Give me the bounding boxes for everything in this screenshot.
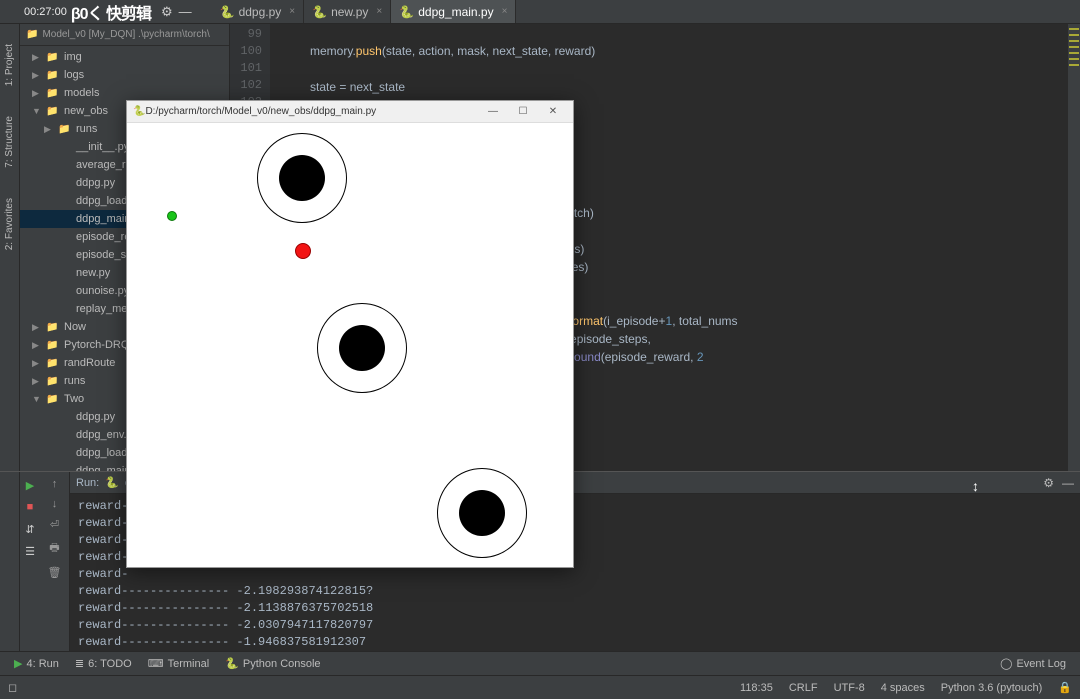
pygame-canvas <box>127 123 573 567</box>
caret-position: 118:35 <box>740 682 773 694</box>
pygame-titlebar[interactable]: 🐍 D:/pycharm/torch/Model_v0/new_obs/ddpg… <box>127 101 573 123</box>
overlay-timer: 00:27:00 <box>24 6 67 18</box>
breadcrumb: 📁 Model_v0 [My_DQN] .\pycharm\torch\ <box>20 24 229 46</box>
favorites-tool-button[interactable]: 2: Favorites <box>4 198 15 250</box>
close-icon[interactable]: ✕ <box>539 103 567 121</box>
maximize-icon[interactable]: ☐ <box>509 103 537 121</box>
lock-icon[interactable]: 🔒 <box>1058 681 1072 694</box>
tab-label: ddpg_main.py <box>418 5 493 19</box>
indent[interactable]: 4 spaces <box>881 682 925 694</box>
obstacle-circle <box>257 133 347 223</box>
rerun-icon[interactable]: ▶ <box>23 478 37 492</box>
minimize-icon[interactable]: — <box>1062 476 1074 490</box>
trash-icon[interactable]: 🗑 <box>48 566 62 579</box>
interpreter[interactable]: Python 3.6 (pytouch) <box>941 682 1043 694</box>
target-dot <box>295 243 311 259</box>
resize-cursor-icon: ↕ <box>972 478 976 494</box>
obstacle-circle <box>317 303 407 393</box>
python-icon: 🐍 <box>133 106 145 117</box>
encoding[interactable]: UTF-8 <box>834 682 865 694</box>
structure-tool-button[interactable]: 7: Structure <box>4 116 15 168</box>
obstacle-circle <box>437 468 527 558</box>
run-actions: ▶ ■ ⇵ ☰ <box>20 472 40 651</box>
tab-ddpg[interactable]: 🐍 ddpg.py × <box>212 0 305 23</box>
pin-icon[interactable]: ⇵ <box>23 522 37 536</box>
event-log-button[interactable]: ◯Event Log <box>992 657 1074 670</box>
wrap-icon[interactable]: ⏎ <box>50 518 59 531</box>
project-tool-button[interactable]: 1: Project <box>4 44 15 86</box>
close-icon[interactable]: × <box>376 6 382 17</box>
line-ending[interactable]: CRLF <box>789 682 818 694</box>
project-icon: 📁 <box>26 29 38 40</box>
editor-error-stripe[interactable] <box>1068 24 1080 471</box>
print-icon[interactable]: 🖶 <box>49 539 59 558</box>
tab-label: new.py <box>331 5 368 19</box>
minimize-icon[interactable]: — <box>479 103 507 121</box>
todo-tool-button[interactable]: ≣6: TODO <box>67 657 140 670</box>
python-icon: 🐍 <box>220 5 235 19</box>
stop-icon[interactable]: ■ <box>23 500 37 514</box>
square-icon[interactable]: ◻ <box>8 681 17 694</box>
close-icon[interactable]: × <box>289 6 295 17</box>
python-icon: 🐍 <box>105 476 119 489</box>
tab-label: ddpg.py <box>239 5 282 19</box>
close-icon[interactable]: ☰ <box>23 544 37 558</box>
tree-item[interactable]: ▶📁logs <box>20 66 229 84</box>
tab-new[interactable]: 🐍 new.py × <box>304 0 391 23</box>
python-console-tool-button[interactable]: 🐍Python Console <box>217 657 328 670</box>
pygame-window[interactable]: 🐍 D:/pycharm/torch/Model_v0/new_obs/ddpg… <box>126 100 574 568</box>
close-icon[interactable]: × <box>502 6 508 17</box>
terminal-tool-button[interactable]: ⌨Terminal <box>140 657 217 670</box>
gear-icon[interactable]: ⚙ <box>1043 476 1054 490</box>
editor-tabs: 🐍 ddpg.py × 🐍 new.py × 🐍 ddpg_main.py × <box>212 0 517 23</box>
up-icon[interactable]: ↑ <box>52 478 58 490</box>
run-output-tools: ↑ ↓ ⏎ 🖶 🗑 <box>40 472 70 651</box>
gear-icon[interactable]: ⚙ <box>161 4 173 20</box>
tree-item[interactable]: ▶📁img <box>20 48 229 66</box>
top-bar: 00:27:00 β0く 快剪辑 ⚙ — 🐍 ddpg.py × 🐍 new.p… <box>0 0 1080 24</box>
tab-ddpg-main[interactable]: 🐍 ddpg_main.py × <box>391 0 516 23</box>
left-tool-rail: 1: Project 7: Structure 2: Favorites <box>0 24 20 471</box>
status-bar: ◻ 118:35 CRLF UTF-8 4 spaces Python 3.6 … <box>0 675 1080 699</box>
down-icon[interactable]: ↓ <box>52 498 58 510</box>
minimize-icon[interactable]: — <box>179 4 192 19</box>
python-icon: 🐍 <box>312 5 327 19</box>
python-icon: 🐍 <box>399 5 414 19</box>
agent-dot <box>167 211 177 221</box>
overlay-logo: β0く 快剪辑 <box>71 0 151 24</box>
bottom-tool-bar: ▶4: Run ≣6: TODO ⌨Terminal 🐍Python Conso… <box>0 651 1080 675</box>
breadcrumb-text: Model_v0 [My_DQN] .\pycharm\torch\ <box>42 29 209 40</box>
pygame-title: D:/pycharm/torch/Model_v0/new_obs/ddpg_m… <box>145 106 376 117</box>
run-tool-button[interactable]: ▶4: Run <box>6 657 67 670</box>
run-label: Run: <box>76 477 99 489</box>
